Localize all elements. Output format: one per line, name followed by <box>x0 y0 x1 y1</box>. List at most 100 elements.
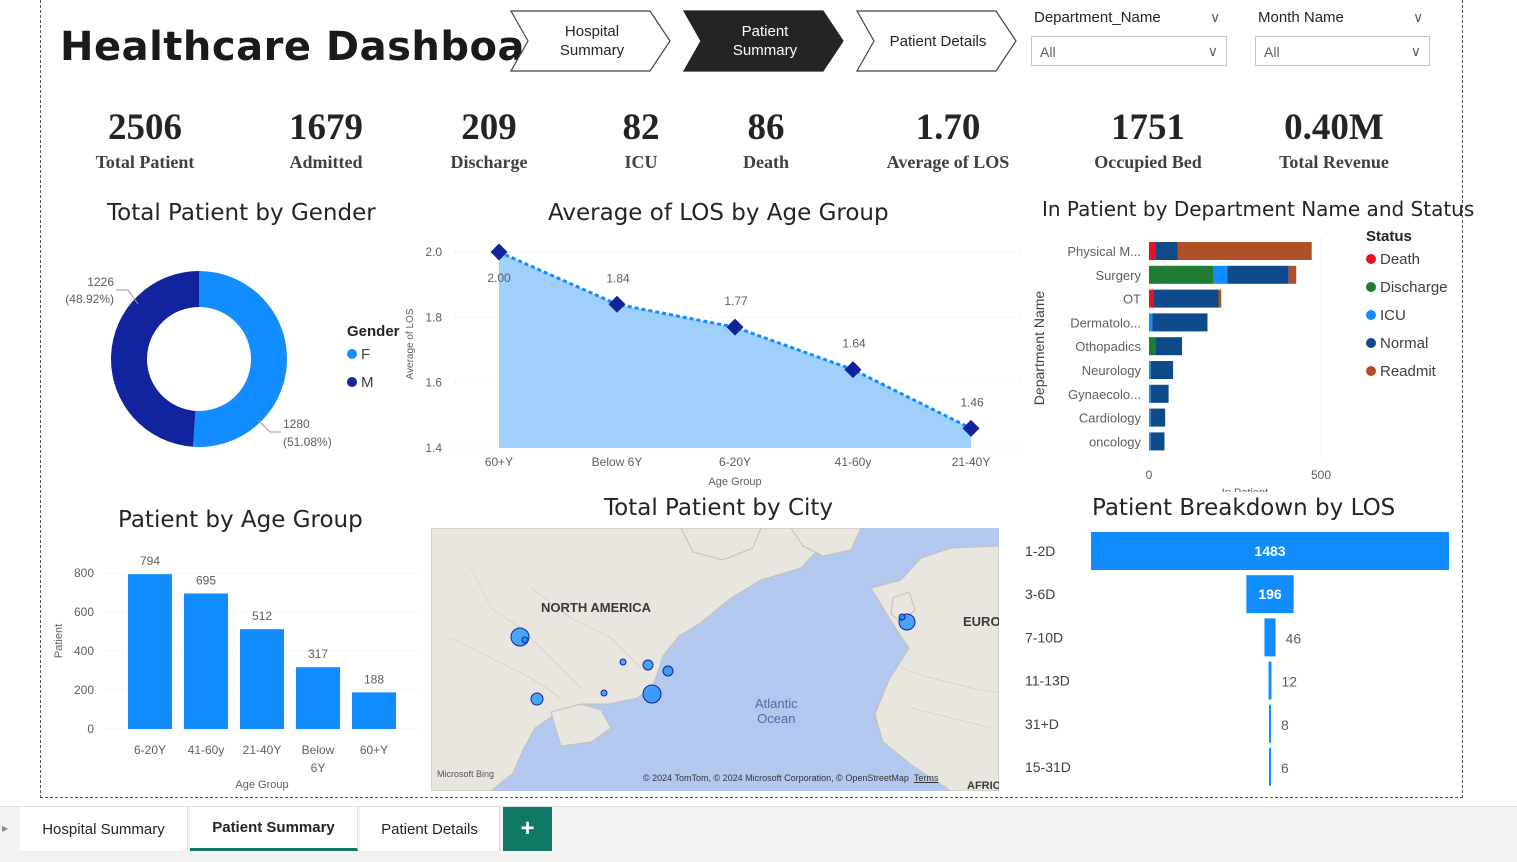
bar-segment-normal <box>1150 432 1165 451</box>
nav-hospital-summary-button[interactable]: Hospital Summary <box>510 10 672 72</box>
y-tick-label: Othopadics <box>1075 339 1141 354</box>
chevron-down-icon[interactable]: ∨ <box>1210 9 1220 26</box>
nav-patient-summary-label: Patient Summary <box>732 23 798 59</box>
legend-label: Readmit <box>1380 362 1436 380</box>
kpi-label: Total Revenue <box>1279 152 1389 172</box>
city-bubble[interactable] <box>642 684 662 704</box>
legend-item-icu[interactable]: ICU <box>1366 301 1448 329</box>
bar-segment-readmit <box>1218 289 1222 308</box>
bar-segment-readmit <box>1288 265 1297 284</box>
city-map-title: Total Patient by City <box>604 495 834 521</box>
legend-item-discharge[interactable]: Discharge <box>1366 273 1448 301</box>
los-breakdown-chart-title: Patient Breakdown by LOS <box>1092 495 1396 521</box>
funnel-bar <box>1269 704 1271 743</box>
age-group-chart-title: Patient by Age Group <box>118 507 363 533</box>
bar-segment-death <box>1149 242 1156 260</box>
bar-segment-normal <box>1153 289 1219 308</box>
kpi-value: 2506 <box>108 107 182 148</box>
nav-patient-summary-button[interactable]: Patient Summary <box>683 10 845 72</box>
los-breakdown-funnel-chart: 1-2D 1483 3-6D 196 7-10D 46 11-13D 12 31+D 8 15-31… <box>1025 532 1449 786</box>
department-slicer-dropdown[interactable]: All ∨ <box>1031 36 1227 66</box>
kpi-total-patient: 2506 Total Patient <box>75 108 215 173</box>
city-bubble[interactable] <box>530 692 544 706</box>
legend-item-normal[interactable]: Normal <box>1366 329 1448 357</box>
legend-item-readmit[interactable]: Readmit <box>1366 357 1448 385</box>
tab-hospital-summary[interactable]: Hospital Summary <box>20 807 188 851</box>
chevron-down-icon[interactable]: ∨ <box>1413 9 1423 26</box>
bar-segment-normal <box>1150 361 1174 379</box>
bar-segment-normal <box>1150 384 1169 403</box>
leader-line <box>257 419 281 433</box>
bar-segment-icu <box>1149 408 1151 427</box>
bar-segment-normal <box>1152 313 1208 332</box>
city-bubble[interactable] <box>642 659 654 671</box>
bar <box>184 593 228 729</box>
data-label: 1.77 <box>724 294 748 308</box>
bar <box>296 667 340 729</box>
nav-patient-details-button[interactable]: Patient Details <box>856 10 1018 72</box>
bing-logo: Microsoft Bing <box>437 769 495 779</box>
bar-segment-discharge <box>1149 337 1156 356</box>
x-axis-title: Age Group <box>235 779 288 791</box>
legend-label: ICU <box>1380 306 1406 324</box>
city-bubble[interactable] <box>600 689 608 697</box>
y-tick-label: 0 <box>87 722 94 736</box>
kpi-label: Admitted <box>289 152 363 172</box>
bar-segment-icu <box>1149 313 1153 332</box>
kpi-value: 0.40M <box>1284 107 1384 148</box>
data-label: (48.92%) <box>65 292 114 306</box>
bar-segment-normal <box>1155 337 1183 356</box>
category-label: 3-6D <box>1025 586 1055 602</box>
y-tick-label: Cardiology <box>1079 411 1142 426</box>
nav-hospital-summary-label: Hospital Summary <box>559 23 625 59</box>
bar-segment-icu <box>1149 432 1151 451</box>
scroll-left-icon[interactable]: ▸ <box>2 821 8 835</box>
month-slicer-dropdown[interactable]: All ∨ <box>1255 36 1430 66</box>
x-tick-label: 60+Y <box>485 455 513 469</box>
kpi-value: 209 <box>461 107 517 148</box>
kpi-label: Discharge <box>450 152 528 172</box>
age-group-bar-chart: 0 200 400 600 800 794 6-20Y 695 41-60y 512 21-40Y 3… <box>53 554 419 791</box>
y-tick-label: 600 <box>74 605 94 619</box>
x-tick-label: 41-60y <box>188 743 225 757</box>
x-tick-label: 6Y <box>311 761 326 775</box>
data-label: 6 <box>1281 760 1289 776</box>
kpi-occupied-bed: 1751 Occupied Bed <box>1073 108 1223 173</box>
data-label: 794 <box>140 554 160 568</box>
x-axis-title: In Patient <box>1222 487 1268 492</box>
funnel-bar <box>1264 618 1276 657</box>
city-map[interactable]: NORTH AMERICA EUROI Atlantic Ocean AFRIC… <box>431 528 999 791</box>
city-bubble[interactable] <box>619 658 627 666</box>
legend-label: Normal <box>1380 334 1429 352</box>
city-bubble[interactable] <box>662 665 674 677</box>
bar-segment-readmit <box>1177 242 1312 260</box>
city-bubble[interactable] <box>521 636 529 644</box>
tab-patient-summary[interactable]: Patient Summary <box>190 807 358 851</box>
kpi-label: Death <box>743 152 789 172</box>
y-tick-label: 200 <box>74 683 94 697</box>
y-tick-label: oncology <box>1089 434 1142 449</box>
tab-patient-details[interactable]: Patient Details <box>360 807 500 851</box>
data-label: 512 <box>252 609 272 623</box>
legend-item-death[interactable]: Death <box>1366 245 1448 273</box>
data-label: 1.84 <box>606 271 630 285</box>
city-bubble[interactable] <box>898 613 906 621</box>
map-terms-link[interactable]: Terms <box>914 773 939 783</box>
area-fill <box>499 252 971 448</box>
add-page-button[interactable]: + <box>503 807 552 851</box>
data-label: 1483 <box>1254 543 1285 559</box>
legend-dot-icon <box>1366 254 1376 264</box>
month-slicer-value: All <box>1264 44 1280 60</box>
y-tick-label: 1.8 <box>425 310 442 324</box>
chevron-down-icon: ∨ <box>1207 43 1218 59</box>
y-tick-label: 400 <box>74 644 94 658</box>
data-label: 1226 <box>87 275 114 289</box>
status-legend-title: Status <box>1366 228 1412 245</box>
legend-item-f[interactable]: F <box>347 340 400 368</box>
category-label: 31+D <box>1025 716 1059 732</box>
legend-dot-icon <box>347 349 357 359</box>
kpi-total-revenue: 0.40M Total Revenue <box>1259 108 1409 173</box>
category-label: 7-10D <box>1025 629 1063 645</box>
legend-item-m[interactable]: M <box>347 368 400 396</box>
y-tick-label: Physical M... <box>1067 244 1141 259</box>
